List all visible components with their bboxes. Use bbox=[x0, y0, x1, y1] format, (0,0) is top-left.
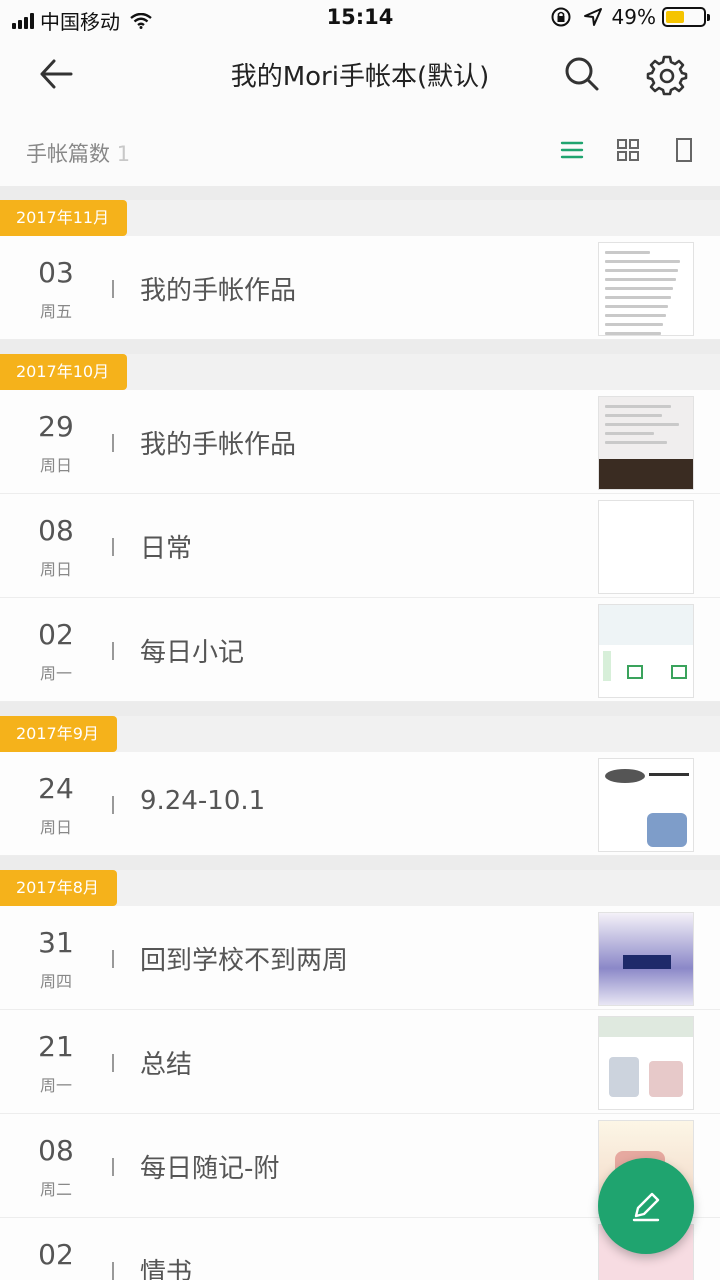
grid-view-button[interactable] bbox=[614, 136, 642, 164]
entry-day: 21 bbox=[38, 1030, 74, 1063]
gear-icon bbox=[646, 55, 688, 96]
battery-percent: 49% bbox=[611, 5, 656, 29]
entry-day: 08 bbox=[38, 1134, 74, 1167]
month-header: 2017年11月 bbox=[0, 200, 720, 236]
new-entry-button[interactable] bbox=[598, 1158, 694, 1254]
single-view-button[interactable] bbox=[672, 136, 696, 164]
month-header: 2017年8月 bbox=[0, 870, 720, 906]
entry-title: 我的手帐作品 bbox=[140, 430, 297, 460]
entry-day: 29 bbox=[38, 410, 74, 443]
entry-count: 手帐篇数 1 bbox=[26, 138, 130, 168]
entry-count-label: 手帐篇数 bbox=[26, 142, 110, 166]
single-view-icon bbox=[676, 138, 692, 162]
journal-entry[interactable]: 08 周日 日常 bbox=[0, 494, 720, 598]
entry-title: 日常 bbox=[140, 534, 193, 564]
month-tag: 2017年10月 bbox=[0, 354, 128, 390]
month-header: 2017年10月 bbox=[0, 354, 720, 390]
entry-weekday: 周五 bbox=[39, 302, 72, 321]
search-icon bbox=[565, 57, 599, 91]
entry-count-value: 1 bbox=[116, 142, 131, 166]
journal-list: 2017年11月 03 周五 我的手帐作品 2017年10月 29 周日 我的手帐作品 08 周日… bbox=[0, 200, 720, 1280]
entry-separator bbox=[112, 1262, 114, 1280]
entry-thumbnail bbox=[598, 396, 694, 490]
entry-separator bbox=[112, 1158, 114, 1176]
journal-entry[interactable]: 21 周一 总结 bbox=[0, 1010, 720, 1114]
entry-day: 08 bbox=[38, 514, 74, 547]
entry-day: 24 bbox=[38, 772, 74, 805]
journal-entry[interactable]: 29 周日 我的手帐作品 bbox=[0, 390, 720, 494]
entry-title: 每日小记 bbox=[140, 638, 245, 668]
entry-weekday: 周一 bbox=[39, 1076, 72, 1095]
arrow-left-icon bbox=[40, 59, 73, 89]
entry-thumbnail bbox=[598, 912, 694, 1006]
orientation-lock-icon bbox=[551, 7, 571, 27]
entry-thumbnail bbox=[598, 500, 694, 594]
back-button[interactable] bbox=[36, 54, 76, 94]
month-header: 2017年9月 bbox=[0, 716, 720, 752]
list-view-button[interactable] bbox=[558, 136, 586, 164]
entry-title: 情书 bbox=[140, 1258, 193, 1280]
month-tag: 2017年11月 bbox=[0, 200, 128, 236]
nav-header: 我的Mori手帐本(默认) bbox=[0, 36, 720, 110]
month-tag: 2017年8月 bbox=[0, 870, 117, 906]
pencil-icon bbox=[632, 1192, 660, 1222]
group-gap bbox=[0, 856, 720, 870]
entry-weekday: 周日 bbox=[39, 560, 72, 579]
status-bar: 中国移动 15:14 49% bbox=[0, 0, 720, 36]
page-title: 我的Mori手帐本(默认) bbox=[230, 62, 490, 92]
grid-view-icon bbox=[617, 139, 639, 161]
list-view-icon bbox=[560, 141, 584, 159]
location-icon bbox=[583, 8, 602, 26]
entry-day: 02 bbox=[38, 1238, 74, 1271]
entry-day: 02 bbox=[38, 618, 74, 651]
settings-button[interactable] bbox=[646, 54, 688, 96]
entry-separator bbox=[112, 434, 114, 452]
entry-weekday: 周二 bbox=[39, 1180, 72, 1199]
journal-entry[interactable]: 24 周日 9.24-10.1 bbox=[0, 752, 720, 856]
entry-day: 03 bbox=[38, 256, 74, 289]
entry-title: 回到学校不到两周 bbox=[140, 946, 349, 976]
entry-separator bbox=[112, 950, 114, 968]
entry-thumbnail bbox=[598, 1016, 694, 1110]
entry-title: 总结 bbox=[140, 1050, 193, 1080]
entry-day: 31 bbox=[38, 926, 74, 959]
entry-separator bbox=[112, 796, 114, 814]
battery-icon bbox=[662, 7, 710, 27]
entry-weekday: 周一 bbox=[39, 664, 72, 683]
status-right: 49% bbox=[550, 5, 710, 29]
group-gap bbox=[0, 340, 720, 354]
journal-entry[interactable]: 03 周五 我的手帐作品 bbox=[0, 236, 720, 340]
entry-separator bbox=[112, 538, 114, 556]
entry-title: 每日随记-附 bbox=[140, 1154, 280, 1184]
group-gap bbox=[0, 702, 720, 716]
entry-thumbnail bbox=[598, 242, 694, 336]
toolbar-divider bbox=[0, 186, 720, 200]
journal-entry[interactable]: 31 周四 回到学校不到两周 bbox=[0, 906, 720, 1010]
entry-thumbnail bbox=[598, 604, 694, 698]
entry-separator bbox=[112, 280, 114, 298]
search-button[interactable] bbox=[562, 54, 602, 94]
entry-title: 9.24-10.1 bbox=[140, 786, 266, 816]
list-toolbar: 手帐篇数 1 bbox=[0, 118, 720, 186]
battery-fill bbox=[666, 11, 684, 23]
entry-separator bbox=[112, 642, 114, 660]
entry-separator bbox=[112, 1054, 114, 1072]
journal-entry[interactable]: 02 周一 每日小记 bbox=[0, 598, 720, 702]
entry-title: 我的手帐作品 bbox=[140, 276, 297, 306]
entry-weekday: 周日 bbox=[39, 818, 72, 837]
entry-thumbnail bbox=[598, 758, 694, 852]
entry-weekday: 周四 bbox=[39, 972, 72, 991]
month-tag: 2017年9月 bbox=[0, 716, 117, 752]
entry-weekday: 周日 bbox=[39, 456, 72, 475]
